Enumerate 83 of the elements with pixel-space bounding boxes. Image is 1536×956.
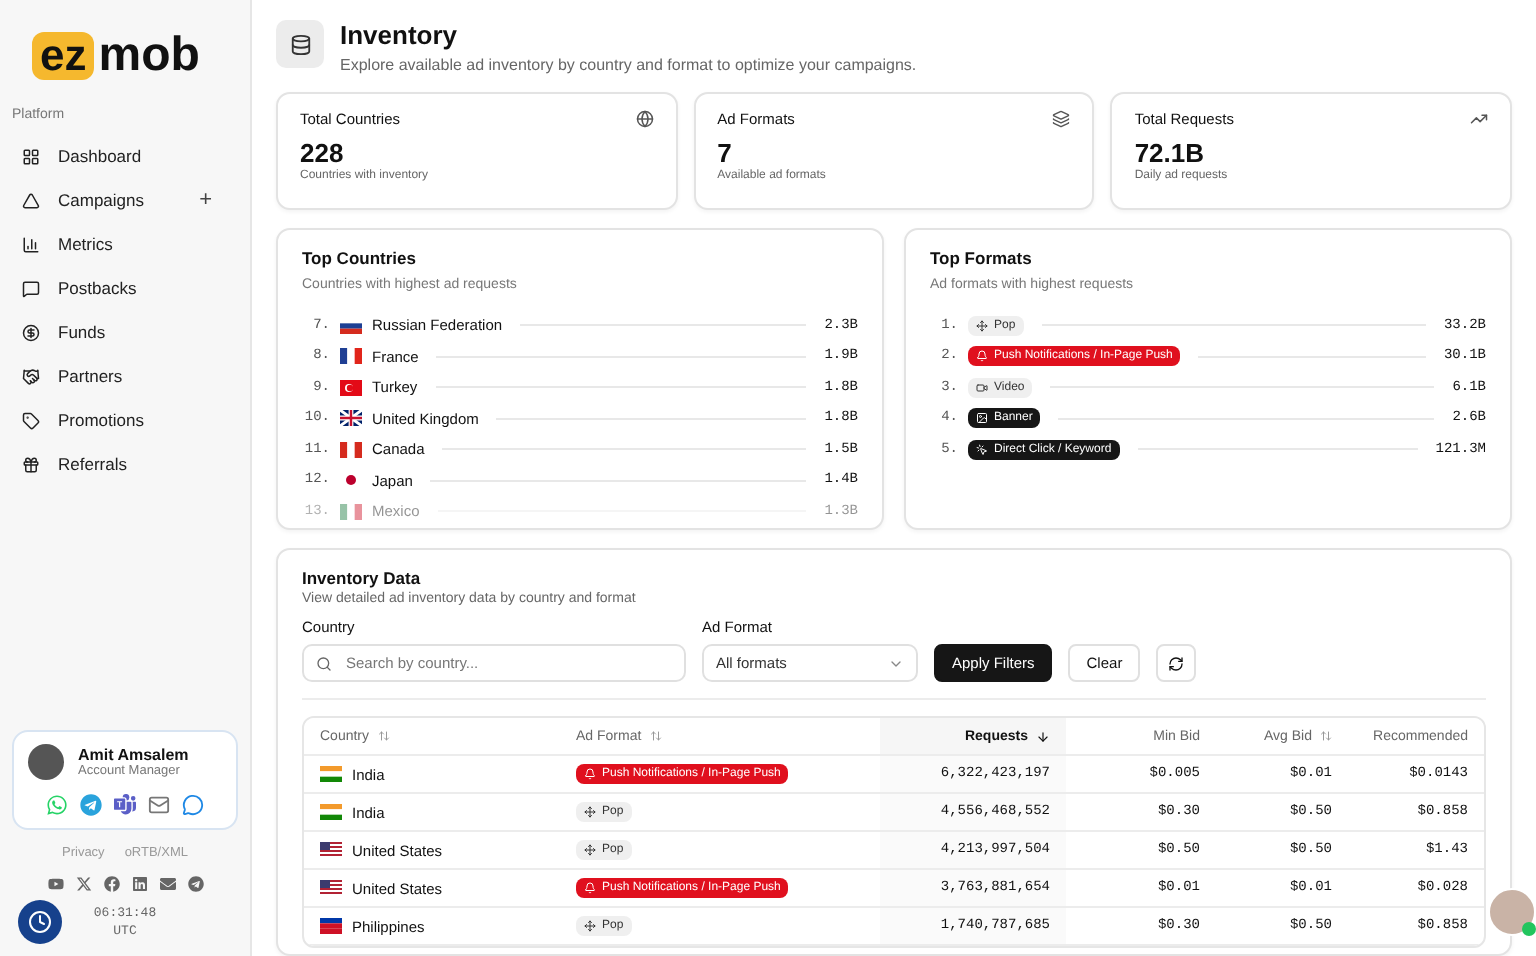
mail-icon[interactable] (159, 876, 175, 892)
flag-icon (340, 410, 362, 427)
nav-label: Promotions (58, 410, 146, 430)
mail-icon[interactable] (148, 794, 170, 816)
nav-item[interactable]: Referrals (12, 442, 238, 486)
flag-icon (340, 348, 362, 365)
trend-up-icon (1470, 110, 1488, 128)
flag-icon (320, 766, 342, 782)
chat-icon[interactable] (182, 794, 204, 816)
flag-icon (340, 317, 362, 334)
nav-label: Postbacks (58, 278, 139, 298)
nav-label: Funds (58, 322, 108, 342)
dollar-coin-icon (22, 323, 40, 341)
clock-icon (28, 910, 52, 934)
clock-button[interactable] (18, 900, 62, 944)
refresh-icon (1168, 655, 1185, 671)
nav-item[interactable]: Dashboard (12, 134, 238, 178)
handshake-icon (22, 367, 40, 385)
flag-icon (340, 472, 362, 489)
speech-bubble-icon (22, 279, 40, 297)
manager-name: Amit Amsalem (78, 746, 189, 764)
nav-item[interactable]: Metrics (12, 222, 238, 266)
linkedin-icon[interactable] (131, 876, 147, 892)
online-dot (1522, 922, 1536, 936)
image-icon (976, 412, 988, 425)
facebook-icon[interactable] (103, 876, 119, 892)
stat-value: 228 (300, 138, 346, 168)
gift-icon (22, 455, 40, 473)
logo-text: mob (98, 32, 200, 80)
search-icon (316, 655, 332, 671)
telegram-icon[interactable] (80, 794, 102, 816)
sort-icon (377, 730, 390, 742)
nav-item[interactable]: Partners (12, 354, 238, 398)
panel-title: Inventory Data (302, 568, 423, 588)
stat-value: 7 (717, 138, 734, 168)
nav-item[interactable]: Funds (12, 310, 238, 354)
sort-icon (649, 730, 662, 742)
nav-item[interactable]: Campaigns + (12, 178, 238, 222)
move-arrows-icon (976, 319, 988, 332)
nav-item[interactable]: Promotions (12, 398, 238, 442)
flag-icon (320, 918, 342, 934)
nav-label: Dashboard (58, 146, 144, 166)
move-arrows-icon (584, 806, 596, 818)
bell-icon (584, 882, 596, 894)
page-subtitle: Explore available ad inventory by country and format to optimize your campaigns. (340, 56, 917, 74)
add-button[interactable]: + (199, 188, 228, 212)
panel-title: Top Countries (302, 248, 418, 268)
video-camera-icon (976, 381, 988, 394)
move-arrows-icon (584, 920, 596, 932)
nav-label: Metrics (58, 234, 115, 254)
tag-icon (22, 411, 40, 429)
sort-icon (1320, 730, 1332, 742)
pointer-click-icon (976, 443, 988, 456)
triangle-icon (22, 191, 40, 209)
flag-icon (320, 804, 342, 820)
x-logo-icon[interactable] (75, 876, 91, 892)
panel-title: Top Formats (930, 248, 1034, 268)
nav-label: Partners (58, 366, 125, 386)
nav-label: Campaigns (58, 190, 146, 210)
page-title: Inventory (340, 20, 460, 52)
globe-icon (635, 110, 654, 128)
grid-icon (22, 147, 40, 165)
bar-chart-icon (22, 235, 40, 253)
database-icon (289, 33, 311, 55)
flag-icon (340, 503, 362, 520)
layers-icon (1052, 110, 1071, 128)
avatar-placeholder (28, 744, 64, 780)
move-arrows-icon (584, 844, 596, 856)
nav-item[interactable]: Postbacks (12, 266, 238, 310)
teams-icon[interactable] (114, 794, 136, 816)
stat-value: 72.1B (1134, 138, 1207, 168)
youtube-icon[interactable] (47, 876, 63, 892)
logo-badge: ez (32, 32, 95, 80)
flag-icon (320, 842, 342, 858)
flag-icon (320, 880, 342, 896)
telegram-icon[interactable] (187, 876, 203, 892)
flag-icon (340, 379, 362, 396)
bell-icon (584, 768, 596, 780)
sort-down-icon (1036, 729, 1050, 743)
bell-icon (976, 350, 988, 363)
flag-icon (340, 441, 362, 458)
nav-label: Referrals (58, 454, 129, 474)
refresh-button[interactable] (1156, 644, 1197, 682)
